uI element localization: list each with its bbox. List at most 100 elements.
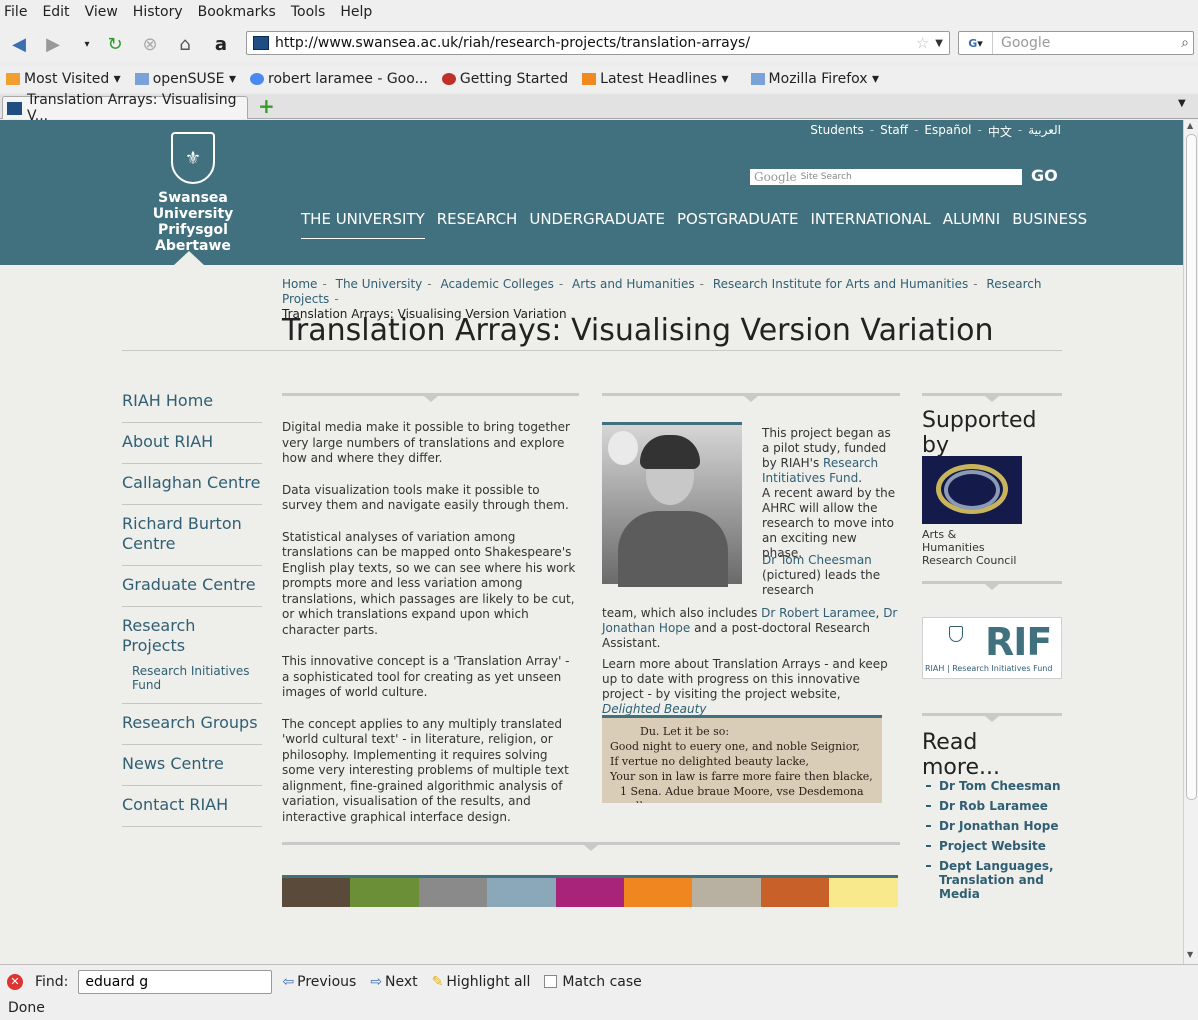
highlighter-icon: ✎	[431, 973, 444, 990]
delighted-beauty-link[interactable]: Delighted Beauty	[602, 702, 706, 716]
find-input[interactable]	[78, 969, 273, 994]
bookmark-mozilla-firefox[interactable]: Mozilla Firefox ▾	[750, 71, 879, 87]
folder-icon	[750, 73, 765, 85]
crumb-home[interactable]: Home	[282, 277, 317, 291]
history-dropdown-icon[interactable]: ▾	[74, 31, 100, 57]
find-label: Find:	[35, 973, 69, 990]
paragraph: Digital media make it possible to bring …	[282, 420, 570, 465]
toplink-espanol[interactable]: Español	[924, 123, 971, 140]
go-button[interactable]: GO	[1031, 166, 1058, 185]
bookmark-google[interactable]: robert laramee - Goo...	[250, 71, 428, 87]
crest-icon	[949, 626, 963, 642]
bookmark-getting-started[interactable]: Getting Started	[441, 71, 568, 87]
tom-cheesman-link[interactable]: Dr Tom Cheesman	[762, 553, 872, 567]
leftnav-graduate-centre[interactable]: Graduate Centre	[122, 566, 262, 607]
column-divider	[602, 393, 900, 402]
url-dropdown-icon[interactable]: ▼	[935, 38, 943, 49]
project-team: team, which also includes Dr Robert Lara…	[602, 606, 898, 650]
manuscript-image: Du. Let it be so: Good night to euery on…	[602, 715, 882, 803]
robert-laramee-link[interactable]: Dr Robert Laramee	[761, 606, 875, 620]
tab-bar: Translation Arrays: Visualising V... + ▼	[0, 92, 1198, 124]
url-bar[interactable]: http://www.swansea.ac.uk/riah/research-p…	[246, 31, 950, 55]
project-column: This project began as a pilot study, fun…	[602, 393, 900, 803]
read-link-tom-cheesman[interactable]: Dr Tom Cheesman	[922, 779, 1062, 793]
new-tab-icon[interactable]: +	[258, 94, 275, 118]
back-icon[interactable]: ◀	[6, 31, 32, 57]
search-engine-icon[interactable]: G ▾	[959, 32, 993, 54]
leftnav-news-centre[interactable]: News Centre	[122, 745, 262, 786]
menu-view[interactable]: View	[85, 4, 118, 20]
strip-tile	[418, 878, 488, 907]
leftnav-richard-burton-centre[interactable]: Richard Burton Centre	[122, 505, 262, 566]
find-next-button[interactable]: ⇨ Next	[370, 974, 417, 990]
crumb-the-university[interactable]: The University	[336, 277, 423, 291]
home-icon[interactable]: ⌂	[172, 31, 198, 57]
crumb-arts-humanities[interactable]: Arts and Humanities	[572, 277, 695, 291]
match-case-checkbox[interactable]: Match case	[544, 974, 642, 990]
ahrc-logo[interactable]: Arts & Humanities Research Council	[922, 456, 1022, 567]
nav-international[interactable]: INTERNATIONAL	[810, 210, 930, 239]
bookmark-opensuse[interactable]: openSUSE ▾	[134, 71, 236, 87]
nav-undergraduate[interactable]: UNDERGRADUATE	[529, 210, 665, 239]
tab-list-icon[interactable]: ▼	[1178, 98, 1186, 109]
rif-logo[interactable]: RIF RIAH | Research Initiatives Fund	[922, 617, 1062, 679]
leftnav-research-initiatives-fund[interactable]: Research Initiatives Fund	[122, 664, 262, 692]
bookmark-star-icon[interactable]: ☆	[916, 34, 929, 52]
sidebar-divider	[922, 581, 1062, 590]
nav-business[interactable]: BUSINESS	[1012, 210, 1087, 239]
menu-edit[interactable]: Edit	[42, 4, 69, 20]
search-box[interactable]: G ▾ Google ⌕	[958, 31, 1194, 55]
toplink-students[interactable]: Students	[810, 123, 864, 140]
paragraph: Data visualization tools make it possibl…	[282, 482, 569, 513]
image-strip	[282, 875, 898, 907]
university-logo[interactable]: ⚜ Swansea University Prifysgol Abertawe	[118, 132, 268, 254]
leftnav-callaghan-centre[interactable]: Callaghan Centre	[122, 464, 262, 505]
find-previous-button[interactable]: ⇦ Previous	[282, 974, 356, 990]
forward-icon[interactable]: ▶	[40, 31, 66, 57]
highlight-all-button[interactable]: ✎ Highlight all	[432, 974, 531, 990]
leftnav-research-projects[interactable]: Research Projects	[122, 616, 262, 656]
vertical-scrollbar[interactable]: ▲ ▼	[1183, 120, 1198, 964]
stop-icon[interactable]: ⊗	[137, 31, 163, 57]
column-divider	[282, 393, 579, 402]
toplink-chinese[interactable]: 中文	[988, 123, 1012, 140]
crest-icon: ⚜	[171, 132, 215, 184]
bookmark-latest-headlines[interactable]: Latest Headlines ▾	[582, 71, 729, 87]
reload-icon[interactable]: ↻	[102, 31, 128, 57]
nav-alumni[interactable]: ALUMNI	[943, 210, 1000, 239]
nav-postgraduate[interactable]: POSTGRADUATE	[677, 210, 799, 239]
search-icon[interactable]: ⌕	[1181, 35, 1189, 51]
menu-history[interactable]: History	[133, 4, 183, 20]
firefox-icon	[441, 73, 456, 85]
scroll-down-icon[interactable]: ▼	[1187, 950, 1193, 959]
scrollbar-thumb[interactable]	[1186, 134, 1197, 800]
nav-research[interactable]: RESEARCH	[437, 210, 518, 239]
menu-file[interactable]: File	[4, 4, 27, 20]
tab-translation-arrays[interactable]: Translation Arrays: Visualising V...	[2, 92, 248, 124]
leftnav-contact-riah[interactable]: Contact RIAH	[122, 786, 262, 827]
crumb-riah[interactable]: Research Institute for Arts and Humaniti…	[713, 277, 968, 291]
strip-tile	[623, 878, 693, 907]
read-link-dept-languages[interactable]: Dept Languages, Translation and Media	[922, 859, 1062, 901]
leftnav-about-riah[interactable]: About RIAH	[122, 423, 262, 464]
menu-tools[interactable]: Tools	[291, 4, 326, 20]
toplink-staff[interactable]: Staff	[880, 123, 908, 140]
menu-bookmarks[interactable]: Bookmarks	[198, 4, 276, 20]
read-link-jonathan-hope[interactable]: Dr Jonathan Hope	[922, 819, 1062, 833]
strip-tile	[829, 878, 898, 907]
crumb-academic-colleges[interactable]: Academic Colleges	[440, 277, 553, 291]
scroll-up-icon[interactable]: ▲	[1187, 121, 1193, 130]
bookmark-most-visited[interactable]: Most Visited ▾	[6, 71, 121, 87]
leftnav-research-groups[interactable]: Research Groups	[122, 704, 262, 745]
site-search-input[interactable]: Google Site Search	[750, 169, 1022, 185]
nav-the-university[interactable]: THE UNIVERSITY	[301, 210, 425, 239]
google-icon	[250, 73, 264, 85]
read-link-rob-laramee[interactable]: Dr Rob Laramee	[922, 799, 1062, 813]
strip-tile	[692, 878, 761, 907]
close-find-icon[interactable]: ✕	[7, 973, 23, 990]
leftnav-riah-home[interactable]: RIAH Home	[122, 382, 262, 423]
menu-help[interactable]: Help	[340, 4, 372, 20]
amazon-icon[interactable]: a	[208, 31, 234, 57]
toplink-arabic[interactable]: العربية	[1028, 123, 1061, 140]
read-link-project-website[interactable]: Project Website	[922, 839, 1062, 853]
